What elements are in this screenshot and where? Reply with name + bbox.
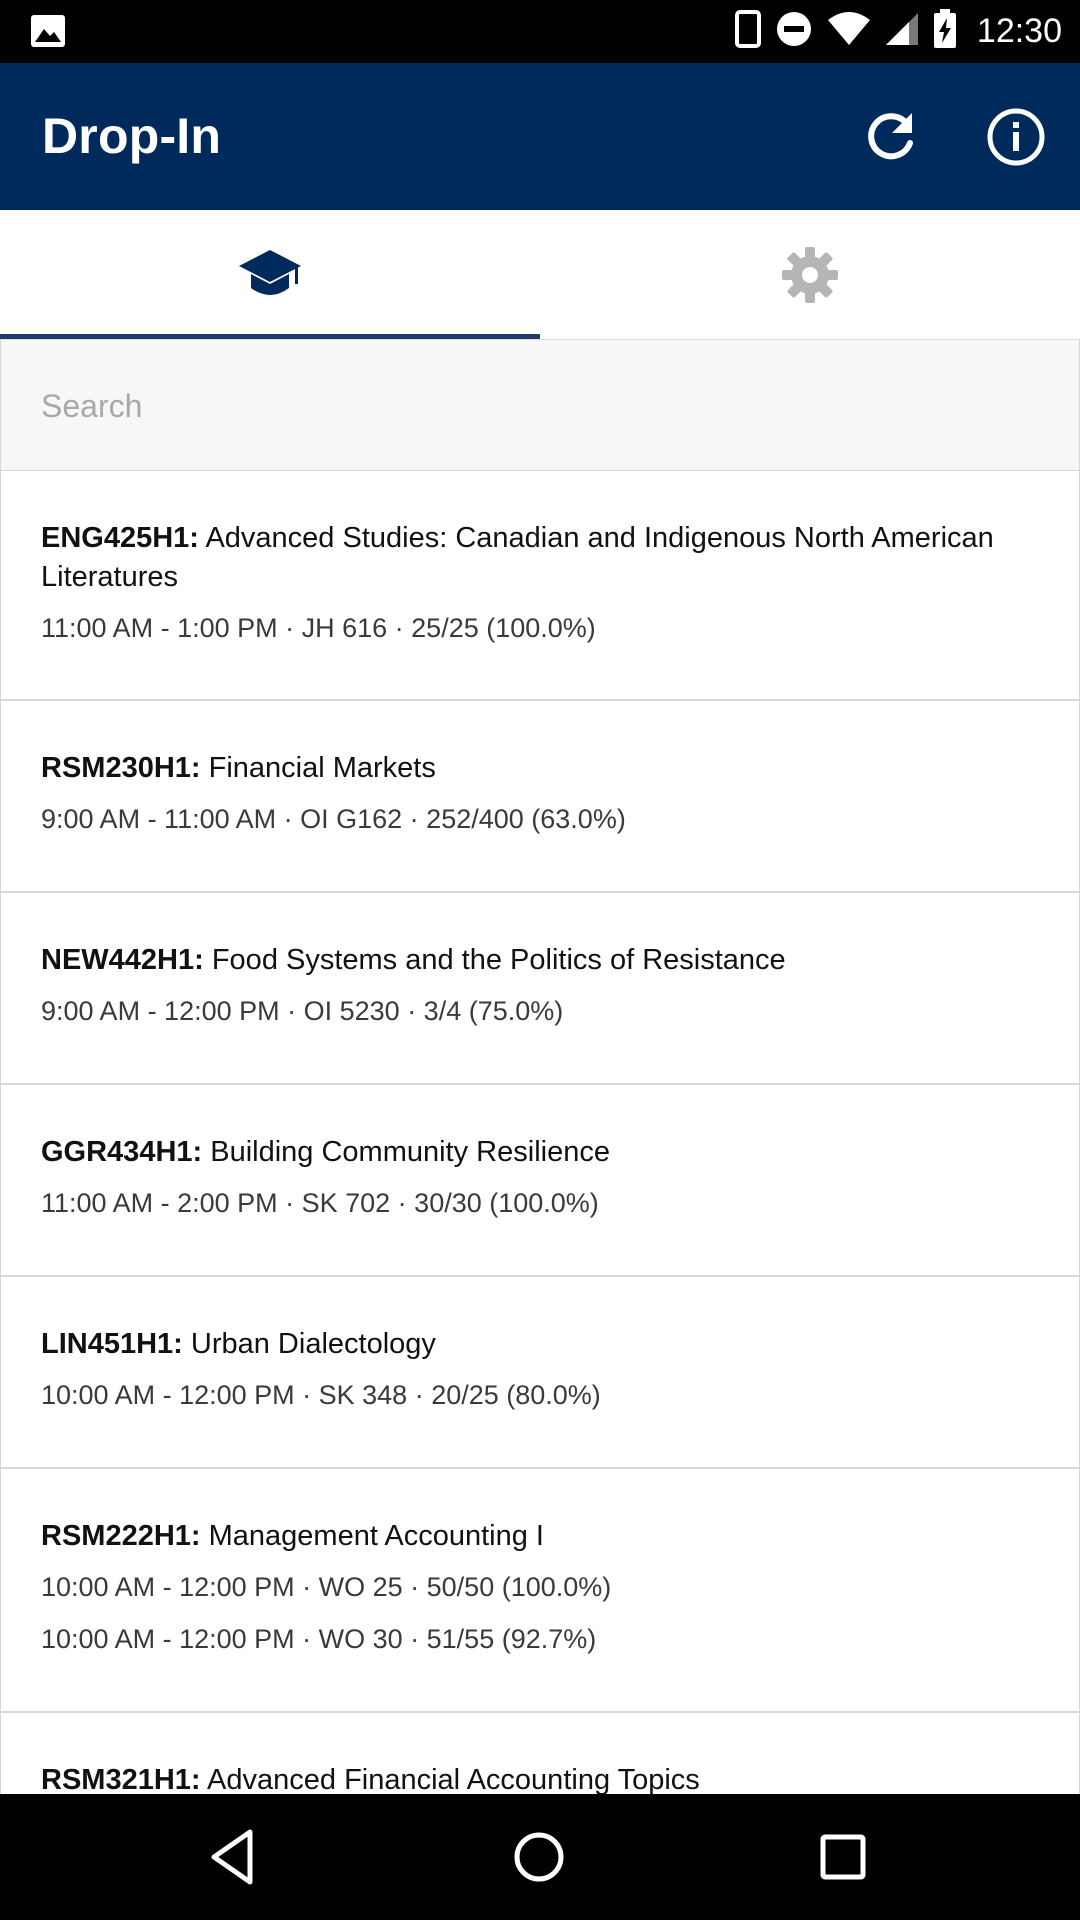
- course-list-item[interactable]: RSM230H1: Financial Markets 9:00 AM - 11:…: [0, 701, 1080, 893]
- tab-settings[interactable]: [540, 210, 1080, 340]
- status-bar: 12:30: [0, 0, 1080, 63]
- course-code: RSM222H1:: [41, 1520, 201, 1552]
- wifi-icon: [827, 12, 871, 51]
- info-button[interactable]: [986, 107, 1046, 167]
- tab-courses[interactable]: [0, 210, 540, 340]
- do-not-disturb-icon: [775, 10, 813, 53]
- graduation-cap-icon: [239, 250, 301, 295]
- course-code: RSM321H1:: [41, 1764, 201, 1796]
- course-name: Advanced Financial Accounting Topics: [207, 1764, 700, 1796]
- course-section-info: 10:00 AM - 12:00 PM · SK 348 · 20/25 (80…: [41, 1380, 601, 1410]
- course-title: ENG425H1: Advanced Studies: Canadian and…: [41, 519, 1039, 597]
- refresh-icon: [868, 113, 913, 160]
- course-name: Food Systems and the Politics of Resista…: [211, 944, 786, 976]
- gear-icon: [782, 247, 838, 303]
- course-name: Management Accounting I: [208, 1520, 544, 1552]
- phone-icon: [734, 10, 761, 53]
- app-bar: Drop-In: [0, 63, 1080, 210]
- course-name: Building Community Resilience: [210, 1136, 610, 1168]
- course-title: RSM222H1: Management Accounting I: [41, 1517, 1039, 1556]
- course-code: GGR434H1:: [41, 1136, 203, 1168]
- navigation-bar: [0, 1794, 1080, 1920]
- course-section-info: 11:00 AM - 1:00 PM · JH 616 · 25/25 (100…: [41, 613, 596, 643]
- course-code: LIN451H1:: [41, 1328, 183, 1360]
- course-title: NEW442H1: Food Systems and the Politics …: [41, 941, 1039, 980]
- course-code: NEW442H1:: [41, 944, 204, 976]
- recents-button[interactable]: [810, 1824, 876, 1890]
- course-list-item[interactable]: GGR434H1: Building Community Resilience 1…: [0, 1085, 1080, 1277]
- back-button[interactable]: [204, 1824, 270, 1890]
- recents-icon: [820, 1834, 866, 1880]
- course-section-info: 10:00 AM - 12:00 PM · WO 25 · 50/50 (100…: [41, 1572, 612, 1602]
- course-title: GGR434H1: Building Community Resilience: [41, 1133, 1039, 1172]
- tab-bar: [0, 210, 1080, 340]
- course-section-info: 10:00 AM - 12:00 PM · WO 30 · 51/55 (92.…: [41, 1624, 597, 1654]
- course-section-info: 9:00 AM - 11:00 AM · OI G162 · 252/400 (…: [41, 804, 626, 834]
- course-list-item[interactable]: RSM222H1: Management Accounting I 10:00 A…: [0, 1469, 1080, 1713]
- course-code: RSM230H1:: [41, 752, 201, 784]
- course-list-item[interactable]: NEW442H1: Food Systems and the Politics …: [0, 893, 1080, 1085]
- image-notification-icon: [30, 14, 66, 48]
- search-input[interactable]: [41, 376, 1041, 436]
- home-button[interactable]: [506, 1824, 572, 1890]
- status-time: 12:30: [976, 12, 1062, 50]
- back-icon: [211, 1829, 253, 1885]
- search-box: [0, 340, 1080, 471]
- home-icon: [514, 1832, 564, 1882]
- course-section-info: 11:00 AM - 2:00 PM · SK 702 · 30/30 (100…: [41, 1188, 599, 1218]
- course-code: ENG425H1:: [41, 522, 199, 554]
- app-title: Drop-In: [42, 108, 222, 164]
- cell-signal-icon: [885, 12, 919, 51]
- course-list: ENG425H1: Advanced Studies: Canadian and…: [0, 471, 1080, 1913]
- battery-charging-icon: [933, 9, 957, 54]
- refresh-button[interactable]: [860, 107, 920, 167]
- course-name: Urban Dialectology: [190, 1328, 436, 1360]
- course-list-item[interactable]: ENG425H1: Advanced Studies: Canadian and…: [0, 471, 1080, 701]
- course-name: Financial Markets: [208, 752, 436, 784]
- course-title: RSM230H1: Financial Markets: [41, 749, 1039, 788]
- course-title: LIN451H1: Urban Dialectology: [41, 1325, 1039, 1364]
- course-list-item[interactable]: LIN451H1: Urban Dialectology 10:00 AM - 1…: [0, 1277, 1080, 1469]
- info-icon: [987, 108, 1045, 166]
- course-section-info: 9:00 AM - 12:00 PM · OI 5230 · 3/4 (75.0…: [41, 996, 564, 1026]
